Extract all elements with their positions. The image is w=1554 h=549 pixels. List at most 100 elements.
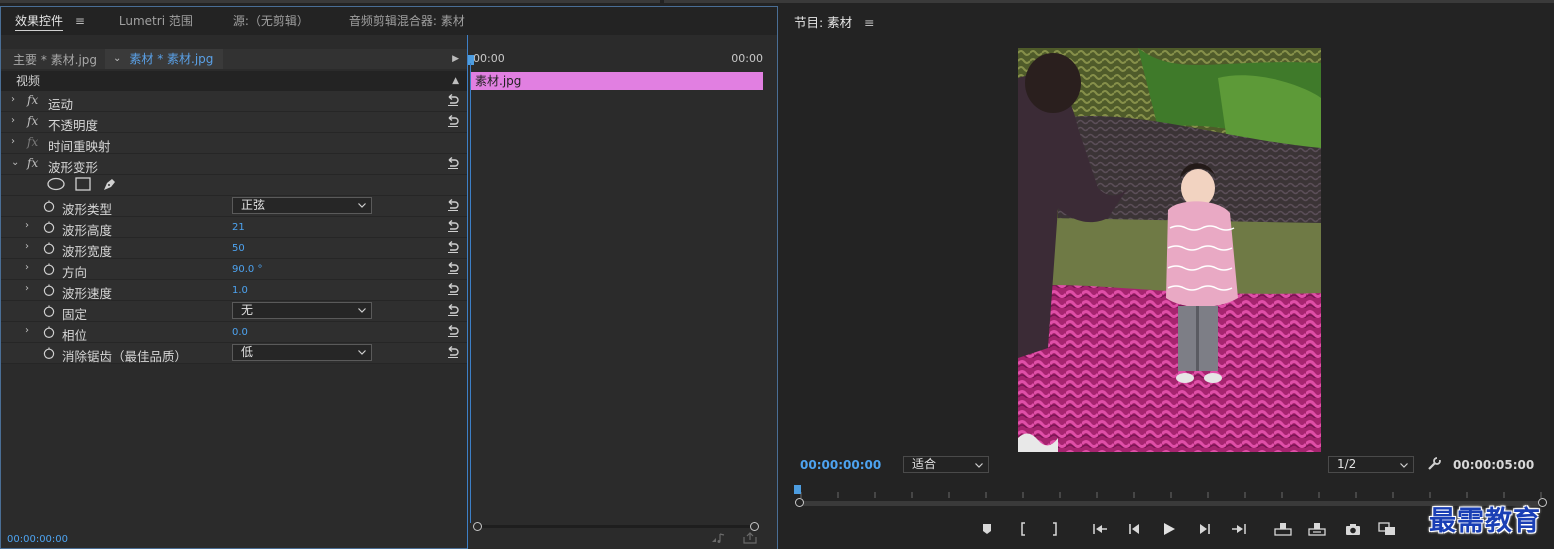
- timeline-clip[interactable]: 素材.jpg: [471, 72, 763, 90]
- play-triangle-icon[interactable]: ▶: [452, 54, 459, 64]
- lift-icon: [1274, 523, 1292, 536]
- play-button[interactable]: [1159, 520, 1179, 538]
- stopwatch-icon[interactable]: [43, 347, 55, 359]
- reset-icon[interactable]: [446, 219, 460, 233]
- chevron-down-icon[interactable]: ⌄: [11, 157, 19, 168]
- chevron-right-icon[interactable]: ›: [11, 136, 15, 147]
- property-label: 相位: [62, 328, 88, 343]
- video-frame-image[interactable]: [1018, 48, 1321, 452]
- timeline-ruler[interactable]: 00:00 00:00: [468, 49, 777, 69]
- effect-row-wave-warp[interactable]: ⌄ fx 波形变形: [1, 154, 467, 175]
- chevron-right-icon[interactable]: ›: [11, 94, 15, 105]
- stopwatch-icon[interactable]: [43, 263, 55, 275]
- mark-out-button[interactable]: [1045, 520, 1065, 538]
- tab-program-monitor[interactable]: 节目: 素材 ≡: [794, 12, 875, 31]
- reset-icon[interactable]: [446, 282, 460, 296]
- tab-effect-controls[interactable]: 效果控件 ≡: [1, 7, 99, 35]
- clip-selector: 主要 * 素材.jpg ⌄ 素材 * 素材.jpg ▶: [1, 49, 467, 69]
- tab-label: 音频剪辑混合器: 素材: [348, 14, 465, 28]
- master-clip-label[interactable]: 主要 * 素材.jpg: [1, 51, 105, 68]
- wave-speed-value[interactable]: 1.0: [232, 285, 248, 296]
- tab-audio-clip-mixer[interactable]: 音频剪辑混合器: 素材: [323, 7, 479, 35]
- clip-label: 素材.jpg: [475, 74, 522, 88]
- fx-badge-icon[interactable]: fx: [27, 156, 38, 170]
- panel-menu-icon[interactable]: ≡: [75, 14, 85, 28]
- playhead-timecode[interactable]: 00:00:00:00: [800, 458, 881, 472]
- stopwatch-icon[interactable]: [43, 305, 55, 317]
- scroll-handle-left[interactable]: [473, 522, 482, 531]
- wave-height-value[interactable]: 21: [232, 222, 245, 233]
- reset-icon[interactable]: [446, 345, 460, 359]
- lift-button[interactable]: [1273, 520, 1293, 538]
- reset-icon[interactable]: [446, 114, 460, 128]
- chevron-right-icon[interactable]: ›: [25, 262, 29, 273]
- property-label: 波形类型: [62, 202, 113, 217]
- fx-badge-icon[interactable]: fx: [27, 93, 38, 107]
- direction-value[interactable]: 90.0 °: [232, 264, 262, 275]
- zoom-handle-left[interactable]: [795, 498, 804, 507]
- chevron-right-icon[interactable]: ›: [25, 241, 29, 252]
- effect-controls-timecode[interactable]: 00:00:00:00: [7, 534, 68, 545]
- export-icon[interactable]: [743, 532, 757, 544]
- reset-icon[interactable]: [446, 324, 460, 338]
- reset-icon[interactable]: [446, 261, 460, 275]
- effect-row-motion[interactable]: › fx 运动: [1, 91, 467, 112]
- stopwatch-icon[interactable]: [43, 326, 55, 338]
- reset-icon[interactable]: [446, 303, 460, 317]
- phase-value[interactable]: 0.0: [232, 327, 248, 338]
- stopwatch-icon[interactable]: [43, 284, 55, 296]
- audio-scrub-icon[interactable]: [711, 532, 727, 544]
- effect-controls-timeline: 00:00 00:00 素材.jpg: [467, 35, 777, 549]
- export-frame-button[interactable]: [1343, 520, 1363, 538]
- reset-icon[interactable]: [446, 93, 460, 107]
- current-clip-dropdown[interactable]: ⌄ 素材 * 素材.jpg: [105, 49, 223, 69]
- reset-icon[interactable]: [446, 156, 460, 170]
- step-forward-button[interactable]: [1195, 520, 1215, 538]
- chevron-right-icon[interactable]: ›: [25, 220, 29, 231]
- pen-mask-icon[interactable]: [101, 177, 117, 193]
- wave-type-select[interactable]: 正弦: [232, 197, 372, 214]
- fx-badge-icon[interactable]: fx: [27, 114, 38, 128]
- effect-row-opacity[interactable]: › fx 不透明度: [1, 112, 467, 133]
- go-to-in-button[interactable]: [1090, 520, 1110, 538]
- effect-row-time-remapping[interactable]: › fx 时间重映射: [1, 133, 467, 154]
- reset-icon[interactable]: [446, 198, 460, 212]
- effect-label: 波形变形: [48, 160, 99, 175]
- stopwatch-icon[interactable]: [43, 242, 55, 254]
- stopwatch-icon[interactable]: [43, 200, 55, 212]
- wrench-icon[interactable]: [1427, 457, 1441, 471]
- comparison-view-icon: [1378, 522, 1395, 535]
- stopwatch-icon[interactable]: [43, 221, 55, 233]
- chevron-down-icon: [358, 308, 366, 313]
- panel-menu-icon[interactable]: ≡: [864, 15, 874, 30]
- collapse-up-icon[interactable]: ▲: [452, 71, 459, 91]
- chevron-right-icon[interactable]: ›: [25, 283, 29, 294]
- rectangle-mask-icon[interactable]: [75, 177, 91, 191]
- ellipse-mask-icon[interactable]: [47, 177, 65, 191]
- go-to-out-button[interactable]: [1229, 520, 1249, 538]
- comparison-view-button[interactable]: [1377, 520, 1397, 538]
- tab-lumetri-scopes[interactable]: Lumetri 范围: [99, 7, 207, 35]
- scroll-handle-right[interactable]: [750, 522, 759, 531]
- add-marker-button[interactable]: [977, 520, 997, 538]
- playhead-marker[interactable]: [794, 485, 801, 494]
- timeline-zoom-scrollbar[interactable]: [473, 522, 759, 531]
- mark-in-button[interactable]: [1013, 520, 1033, 538]
- wave-width-value[interactable]: 50: [232, 243, 245, 254]
- pinning-select[interactable]: 无: [232, 302, 372, 319]
- mark-in-icon: [1021, 522, 1025, 536]
- tab-source[interactable]: 源:（无剪辑）: [207, 7, 323, 35]
- chevron-right-icon[interactable]: ›: [25, 325, 29, 336]
- property-row-phase: › 相位 0.0: [1, 322, 467, 343]
- zoom-fit-select[interactable]: 适合: [903, 456, 989, 473]
- premiere-workspace: 效果控件 ≡ Lumetri 范围 源:（无剪辑） 音频剪辑混合器: 素材 主要…: [0, 0, 1554, 549]
- step-back-button[interactable]: [1124, 520, 1144, 538]
- playback-resolution-select[interactable]: 1/2: [1328, 456, 1414, 473]
- antialias-select[interactable]: 低: [232, 344, 372, 361]
- chevron-right-icon[interactable]: ›: [11, 115, 15, 126]
- reset-icon[interactable]: [446, 240, 460, 254]
- effect-label: 不透明度: [48, 118, 99, 133]
- property-row-antialiasing: 消除锯齿（最佳品质） 低: [1, 343, 467, 364]
- playhead[interactable]: [468, 55, 474, 65]
- extract-button[interactable]: [1307, 520, 1327, 538]
